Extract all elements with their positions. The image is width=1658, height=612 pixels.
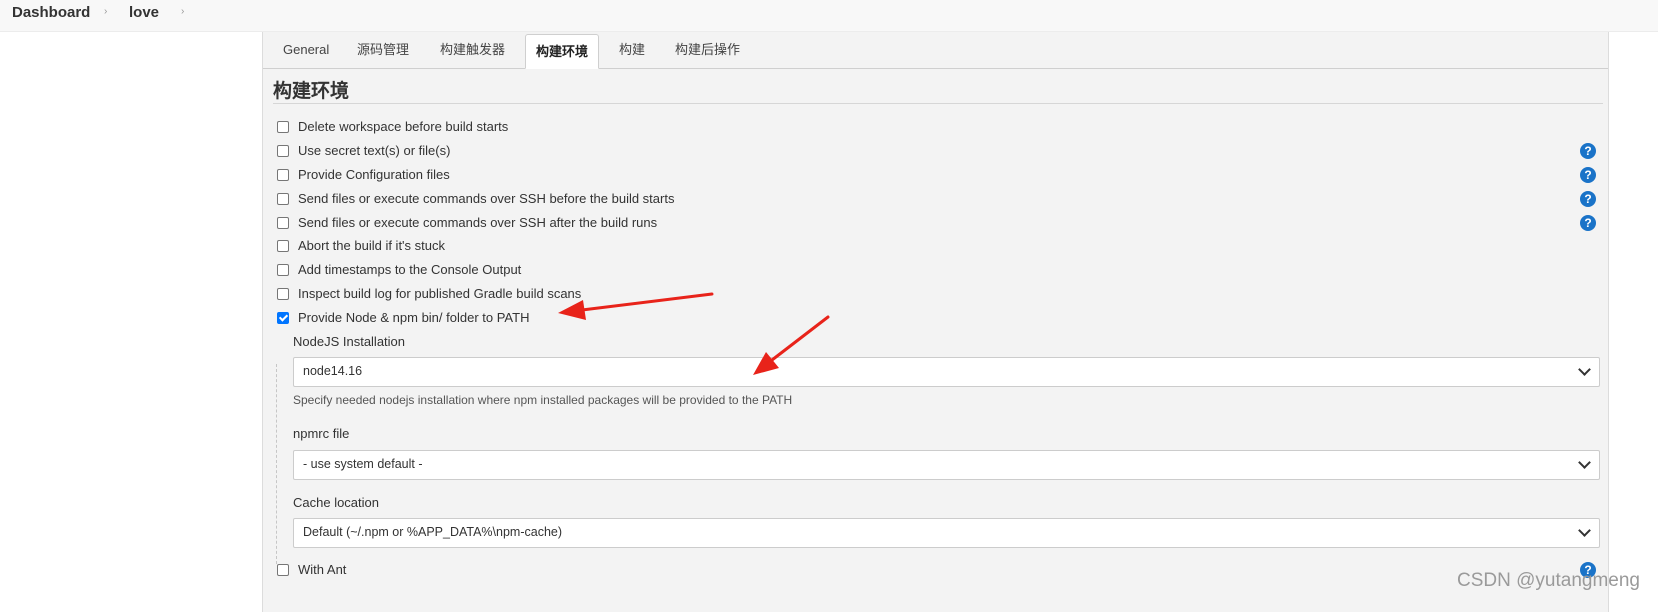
checkbox[interactable] (277, 564, 289, 576)
checkbox[interactable] (277, 145, 289, 157)
tab-post-build[interactable]: 构建后操作 (675, 40, 740, 60)
option-label: Delete workspace before build starts (298, 119, 509, 134)
option-label: Send files or execute commands over SSH … (298, 191, 675, 206)
chevron-down-icon (1578, 456, 1591, 469)
section-divider (273, 103, 1603, 104)
checkbox[interactable] (277, 264, 289, 276)
nodejs-installation-description: Specify needed nodejs installation where… (293, 393, 793, 407)
option-label: With Ant (298, 562, 347, 577)
tab-build[interactable]: 构建 (619, 40, 645, 60)
cache-location-label: Cache location (293, 495, 379, 510)
npmrc-file-label: npmrc file (293, 426, 350, 441)
tab-scm[interactable]: 源码管理 (357, 40, 409, 60)
breadcrumb-separator-icon[interactable]: › (181, 6, 184, 17)
cache-location-value: Default (~/.npm or %APP_DATA%\npm-cache) (303, 525, 563, 539)
section-title: 构建环境 (273, 81, 350, 102)
watermark: CSDN @yutangmeng (1457, 570, 1640, 591)
nodejs-installation-value: node14.16 (303, 364, 363, 378)
chevron-down-icon (1578, 524, 1591, 537)
checkbox[interactable] (277, 240, 289, 252)
checkbox[interactable] (277, 193, 289, 205)
checkbox[interactable] (277, 288, 289, 300)
breadcrumb-dashboard[interactable]: Dashboard (12, 4, 90, 21)
nodejs-installation-select[interactable]: node14.16 (293, 357, 1600, 387)
npmrc-file-select[interactable]: - use system default - (293, 450, 1600, 480)
option-label: Provide Node & npm bin/ folder to PATH (298, 310, 530, 325)
checkbox[interactable] (277, 217, 289, 229)
option-label: Send files or execute commands over SSH … (298, 215, 658, 230)
breadcrumb-bar: Dashboard › love › (0, 0, 1658, 32)
checkbox-checked[interactable] (277, 312, 289, 324)
breadcrumb-job[interactable]: love (129, 4, 159, 21)
help-icon[interactable]: ? (1580, 143, 1596, 159)
checkbox[interactable] (277, 169, 289, 181)
breadcrumb-separator-icon[interactable]: › (104, 6, 107, 17)
npmrc-file-value: - use system default - (303, 457, 423, 471)
chevron-down-icon (1578, 363, 1591, 376)
help-icon[interactable]: ? (1580, 191, 1596, 207)
tab-triggers[interactable]: 构建触发器 (440, 40, 505, 60)
option-label: Abort the build if it's stuck (298, 238, 445, 253)
option-label: Add timestamps to the Console Output (298, 262, 522, 277)
help-icon[interactable]: ? (1580, 167, 1596, 183)
cache-location-select[interactable]: Default (~/.npm or %APP_DATA%\npm-cache) (293, 518, 1600, 548)
option-label: Inspect build log for published Gradle b… (298, 286, 582, 301)
option-label: Use secret text(s) or file(s) (298, 143, 451, 158)
nodejs-installation-label: NodeJS Installation (293, 334, 406, 349)
tab-general[interactable]: General (283, 40, 329, 60)
option-label: Provide Configuration files (298, 167, 450, 182)
config-panel: General 源码管理 构建触发器 构建环境 构建 构建后操作 构建环境 De… (262, 32, 1609, 612)
config-tabs: General 源码管理 构建触发器 构建环境 构建 构建后操作 (263, 32, 1608, 69)
help-icon[interactable]: ? (1580, 215, 1596, 231)
node-subsection-guide (276, 364, 278, 564)
tab-build-environment[interactable]: 构建环境 (525, 34, 600, 69)
checkbox[interactable] (277, 121, 289, 133)
